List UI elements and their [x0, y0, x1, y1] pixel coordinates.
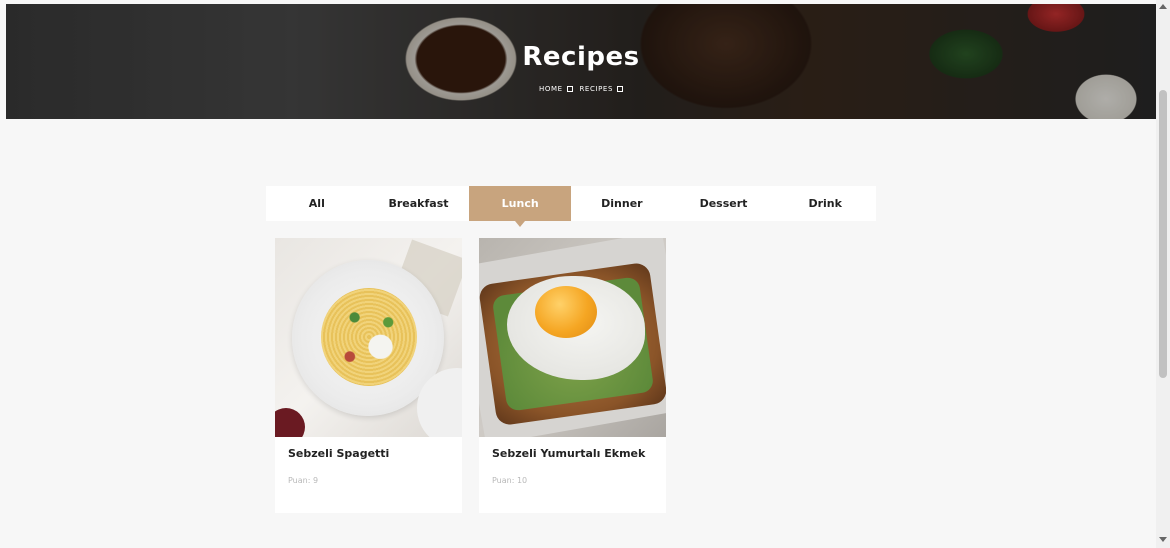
wine-glass-decoration	[275, 408, 305, 437]
tab-dessert[interactable]: Dessert	[673, 186, 775, 221]
tab-lunch[interactable]: Lunch	[469, 186, 572, 227]
recipe-image[interactable]	[479, 238, 666, 437]
scroll-down-arrow-icon[interactable]	[1159, 537, 1167, 542]
breadcrumb-separator-icon	[566, 86, 573, 92]
breadcrumb-recipes-link[interactable]: RECIPES	[579, 85, 613, 93]
tab-breakfast[interactable]: Breakfast	[368, 186, 470, 221]
vertical-scrollbar[interactable]	[1156, 0, 1170, 548]
recipe-rating: Puan: 9	[288, 476, 319, 485]
recipe-title[interactable]: Sebzeli Spagetti	[288, 447, 389, 460]
category-tabs: All Breakfast Lunch Dinner Dessert Drink	[266, 186, 876, 227]
spaghetti-decoration	[321, 288, 417, 386]
scroll-up-arrow-icon[interactable]	[1159, 4, 1167, 9]
scrollbar-thumb[interactable]	[1159, 90, 1167, 378]
recipe-title[interactable]: Sebzeli Yumurtalı Ekmek	[492, 447, 645, 460]
recipe-rating: Puan: 10	[492, 476, 528, 485]
breadcrumb-home-link[interactable]: HOME	[539, 85, 563, 93]
recipe-image[interactable]	[275, 238, 462, 437]
recipe-card[interactable]: Sebzeli Yumurtalı Ekmek Puan: 10	[479, 238, 666, 513]
hero-banner: Recipes HOME RECIPES	[6, 4, 1156, 119]
breadcrumb: HOME RECIPES	[6, 85, 1156, 93]
tab-drink[interactable]: Drink	[774, 186, 876, 221]
egg-yolk-decoration	[535, 286, 597, 338]
tab-all[interactable]: All	[266, 186, 368, 221]
tab-dinner[interactable]: Dinner	[571, 186, 673, 221]
page-title: Recipes	[522, 42, 640, 72]
recipe-card[interactable]: Sebzeli Spagetti Puan: 9	[275, 238, 462, 513]
breadcrumb-separator-icon	[617, 86, 623, 92]
